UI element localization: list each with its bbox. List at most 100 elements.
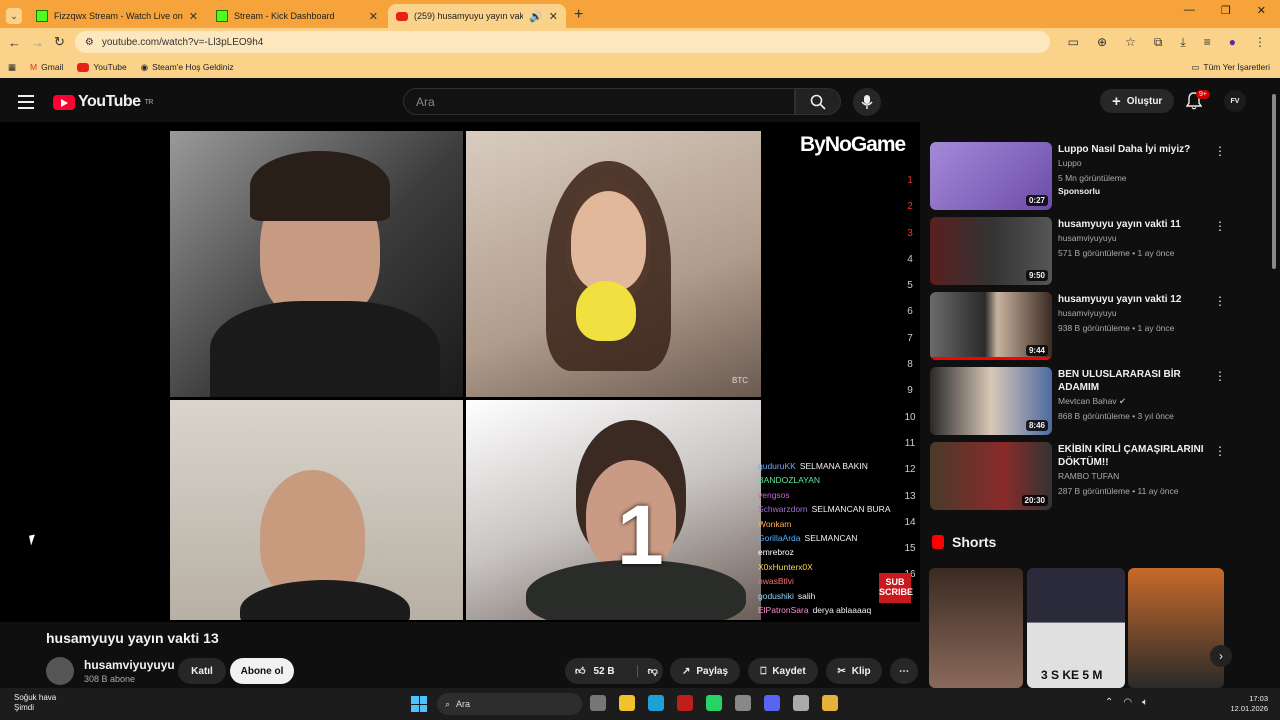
close-window-icon[interactable]: ✕ xyxy=(1257,4,1266,17)
join-button[interactable]: Katıl xyxy=(178,658,226,684)
clip-button[interactable]: ✂ Klip xyxy=(826,658,882,684)
bookmark-youtube[interactable]: YouTube xyxy=(77,62,127,72)
browser-tab-strip: ⌄ Fizzqwx Stream - Watch Live on ✕ Strea… xyxy=(0,0,1280,28)
media-icon[interactable]: ≡ xyxy=(1204,35,1211,50)
chat-message: quduruKK SELMANA BAKIN xyxy=(758,461,868,471)
search-icon xyxy=(810,94,826,110)
more-options-icon[interactable]: ⋮ xyxy=(1214,294,1226,308)
video-thumbnail[interactable]: 0:27 xyxy=(930,142,1052,210)
youtube-logo[interactable]: YouTube TR xyxy=(53,93,153,111)
cast-icon[interactable]: ▭ xyxy=(1068,35,1079,50)
webcam-bottom-right xyxy=(466,400,761,620)
minimize-icon[interactable]: — xyxy=(1184,4,1195,17)
maximize-icon[interactable]: ❐ xyxy=(1221,4,1231,17)
more-options-icon[interactable]: ⋮ xyxy=(1214,219,1226,233)
system-clock[interactable]: 17:03 12.01.2026 xyxy=(1228,694,1268,714)
menu-icon[interactable]: ⋮ xyxy=(1254,35,1266,50)
account-avatar[interactable]: FV xyxy=(1224,90,1246,112)
new-tab-button[interactable]: + xyxy=(574,6,583,24)
more-options-icon[interactable]: ⋮ xyxy=(1214,144,1226,158)
chevron-up-icon[interactable]: ⌃ xyxy=(1105,697,1113,708)
chrome-icon[interactable] xyxy=(822,695,838,711)
browser-tab-1[interactable]: Fizzqwx Stream - Watch Live on ✕ xyxy=(28,4,206,28)
download-icon[interactable]: ⤓ xyxy=(1180,35,1185,50)
app-icon[interactable] xyxy=(735,695,751,711)
more-options-icon[interactable]: ⋮ xyxy=(1214,369,1226,383)
youtube-icon xyxy=(396,11,408,21)
mic-icon xyxy=(861,95,873,109)
related-video[interactable]: 0:27 Luppo Nasıl Daha İyi miyiz? Luppo 5… xyxy=(928,140,1228,215)
url-field[interactable]: ⚙ youtube.com/watch?v=-Ll3pLEO9h4 xyxy=(74,31,1050,53)
chat-message: BANDOZLAYAN xyxy=(758,475,821,486)
video-thumbnail[interactable]: 9:50 xyxy=(930,217,1052,285)
channel-name[interactable]: husamviyuyuyu xyxy=(84,658,175,672)
back-icon[interactable]: ← xyxy=(8,35,21,50)
like-button[interactable]: 👍︎ 52 B 👎︎ xyxy=(565,658,663,684)
video-thumbnail[interactable]: 8:46 xyxy=(930,367,1052,435)
next-arrow-icon[interactable]: › xyxy=(1210,645,1232,667)
tab-search-button[interactable]: ⌄ xyxy=(6,8,22,24)
hamburger-menu-icon[interactable] xyxy=(18,95,34,113)
browser-tab-3[interactable]: (259) husamyuyu yayın vakti 🔊 ✕ xyxy=(388,4,566,28)
search-button[interactable] xyxy=(795,88,841,115)
related-video[interactable]: 8:46 BEN ULUSLARARASI BİR ADAMIM Mevtcan… xyxy=(928,365,1228,440)
related-video[interactable]: 9:44 husamyuyu yayın vakti 12 husamviyuy… xyxy=(928,290,1228,365)
kick-icon xyxy=(36,10,48,22)
save-button[interactable]: ⎕ Kaydet xyxy=(748,658,818,684)
voice-search-button[interactable] xyxy=(853,88,881,116)
extensions-icon[interactable]: ⧉ xyxy=(1154,35,1163,50)
webcam-bottom-left xyxy=(170,400,463,620)
task-view-icon[interactable] xyxy=(590,695,606,711)
close-icon[interactable]: ✕ xyxy=(549,10,558,23)
weather-widget[interactable]: Soğuk hava Şimdi xyxy=(14,693,56,713)
file-explorer-icon[interactable] xyxy=(619,695,635,711)
windows-start-icon[interactable] xyxy=(411,696,427,712)
discord-icon[interactable] xyxy=(764,695,780,711)
countdown-number: 1 xyxy=(617,488,664,582)
all-bookmarks[interactable]: ▭ Tüm Yer İşaretleri xyxy=(1191,62,1270,73)
profile-icon[interactable]: ● xyxy=(1229,35,1236,50)
chat-message: X0xHunterx0X xyxy=(758,561,813,572)
plus-icon: + xyxy=(1112,92,1121,110)
bookmark-gmail[interactable]: M Gmail xyxy=(30,62,63,72)
short-thumbnail[interactable]: 3 S KE 5 M xyxy=(1027,568,1125,688)
edge-icon[interactable] xyxy=(648,695,664,711)
close-icon[interactable]: ✕ xyxy=(189,10,198,23)
speaker-icon[interactable]: 🔊 xyxy=(529,10,543,23)
share-button[interactable]: ↗ Paylaş xyxy=(670,658,740,684)
zoom-icon[interactable]: ⊕ xyxy=(1097,35,1107,50)
close-icon[interactable]: ✕ xyxy=(369,10,378,23)
forward-icon[interactable]: → xyxy=(31,35,44,50)
subscribe-button[interactable]: Abone ol xyxy=(230,658,294,684)
wifi-icon[interactable]: ◠ xyxy=(1123,697,1132,708)
related-video[interactable]: 20:30 EKİBİN KİRLİ ÇAMAŞIRLARINI DÖKTÜM!… xyxy=(928,440,1228,515)
taskbar-search[interactable]: ⌕ Ara xyxy=(437,693,582,715)
more-actions-icon[interactable]: ⋯ xyxy=(890,658,918,684)
related-video[interactable]: 9:50 husamyuyu yayın vakti 11 husamviyuy… xyxy=(928,215,1228,290)
channel-avatar[interactable] xyxy=(46,657,74,685)
thumbs-down-icon[interactable]: 👎︎ xyxy=(636,665,658,677)
site-info-icon[interactable]: ⚙ xyxy=(85,37,94,48)
video-thumbnail[interactable]: 20:30 xyxy=(930,442,1052,510)
scrollbar[interactable] xyxy=(1272,94,1276,269)
more-options-icon[interactable]: ⋮ xyxy=(1214,444,1226,458)
volume-icon[interactable]: 🔈︎ xyxy=(1142,697,1148,708)
short-thumbnail[interactable] xyxy=(929,568,1023,688)
video-thumbnail[interactable]: 9:44 xyxy=(930,292,1052,360)
kick-icon xyxy=(216,10,228,22)
whatsapp-icon[interactable] xyxy=(706,695,722,711)
app-icon[interactable] xyxy=(793,695,809,711)
scissors-icon: ✂ xyxy=(837,665,846,677)
short-thumbnail[interactable] xyxy=(1128,568,1224,688)
bookmark-steam[interactable]: ◉ Steam'e Hoş Geldiniz xyxy=(141,62,234,73)
star-icon[interactable]: ☆ xyxy=(1125,35,1136,50)
folder-icon: ▭ xyxy=(1191,61,1200,72)
search-input[interactable]: Ara xyxy=(403,88,795,115)
apps-icon[interactable]: ▦ xyxy=(8,62,16,73)
create-button[interactable]: + Oluştur xyxy=(1100,89,1175,113)
browser-tab-2[interactable]: Stream - Kick Dashboard ✕ xyxy=(208,4,386,28)
app-icon[interactable] xyxy=(677,695,693,711)
reload-icon[interactable]: ↻ xyxy=(54,34,65,50)
youtube-play-icon xyxy=(53,94,75,110)
search-icon: ⌕ xyxy=(445,698,451,709)
